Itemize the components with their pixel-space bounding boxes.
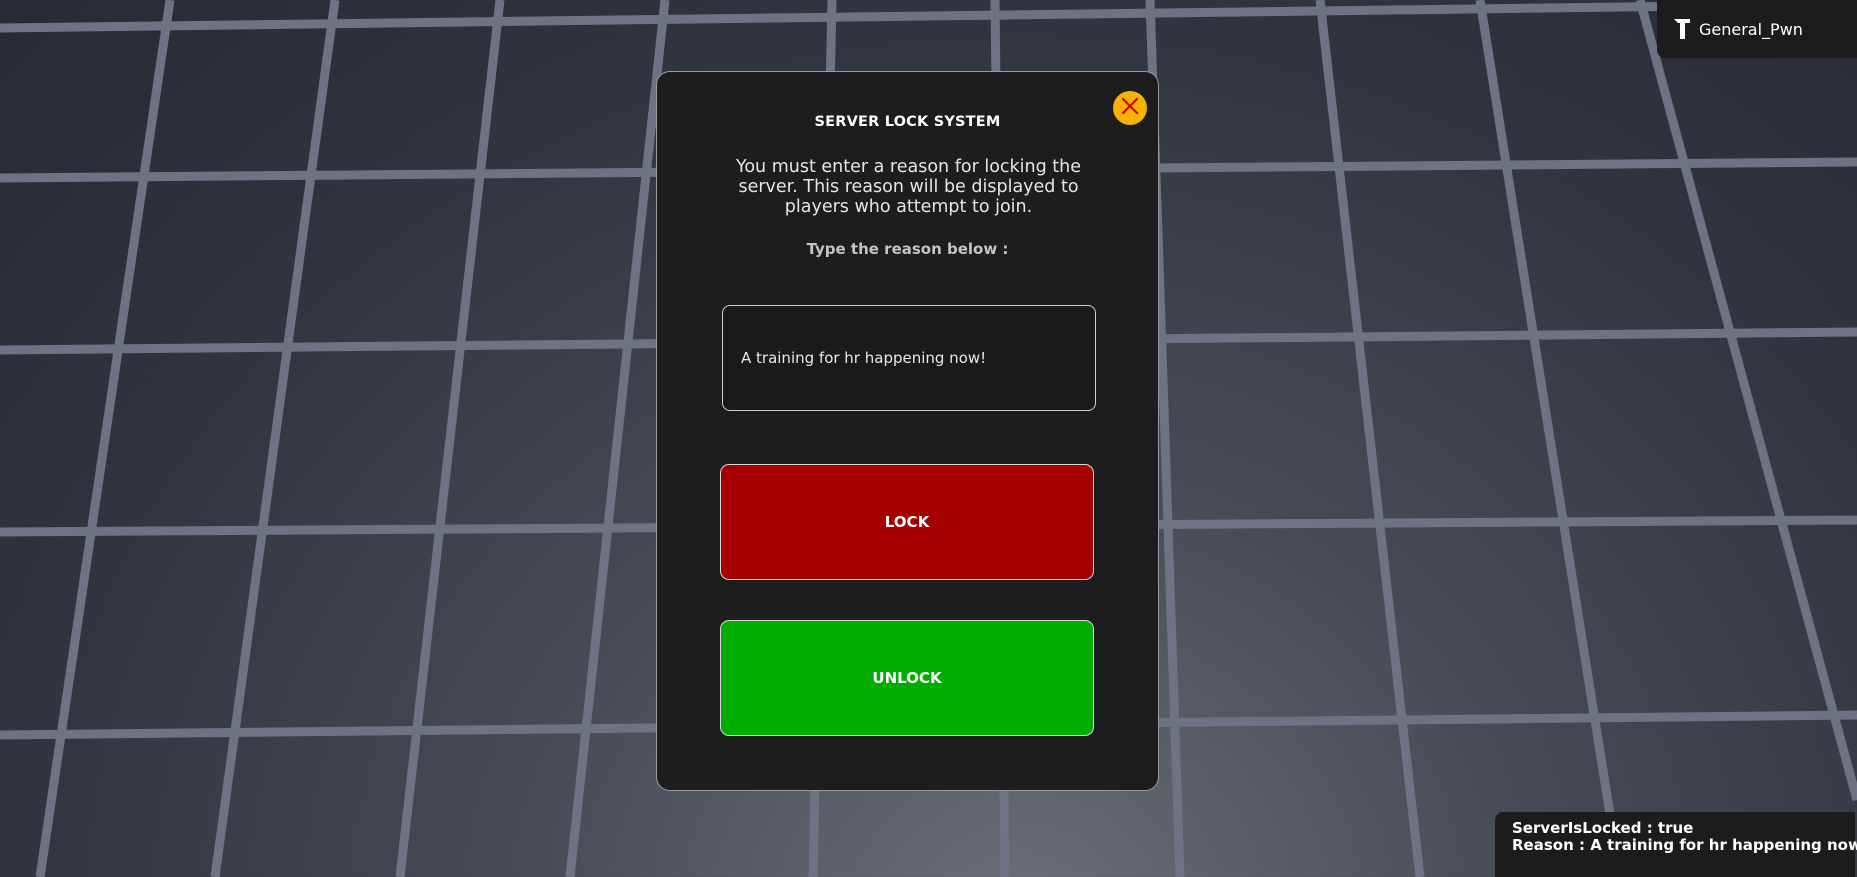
player-badge[interactable]: General_Pwn — [1657, 0, 1857, 58]
dialog-title: SERVER LOCK SYSTEM — [814, 114, 1001, 130]
server-lock-dialog: SERVER LOCK SYSTEM You must enter a reas… — [656, 71, 1159, 791]
reason-prompt: Type the reason below : — [806, 240, 1009, 258]
grid-line-vertical — [395, 0, 505, 877]
unlock-button-label: UNLOCK — [872, 669, 942, 687]
lock-reason-status: Reason : A training for hr happening now… — [1512, 836, 1857, 854]
grid-line-vertical — [1315, 0, 1425, 877]
grid-line-vertical — [1475, 0, 1625, 877]
grid-line-vertical — [1635, 0, 1857, 802]
server-locked-status: ServerIsLocked : true — [1512, 819, 1694, 837]
dialog-description: You must enter a reason for locking the … — [735, 157, 1081, 217]
server-status-panel: ServerIsLocked : true Reason : A trainin… — [1495, 812, 1857, 877]
reason-input[interactable] — [722, 305, 1096, 411]
grid-line-vertical — [565, 0, 670, 877]
player-name: General_Pwn — [1699, 19, 1803, 39]
grid-line-vertical — [210, 0, 340, 877]
unlock-button[interactable]: UNLOCK — [720, 620, 1094, 736]
grid-line-vertical — [35, 0, 175, 877]
hammer-icon — [1671, 17, 1693, 41]
lock-button[interactable]: LOCK — [720, 464, 1094, 580]
lock-button-label: LOCK — [884, 513, 930, 531]
grid-line-horizontal — [0, 0, 1857, 33]
